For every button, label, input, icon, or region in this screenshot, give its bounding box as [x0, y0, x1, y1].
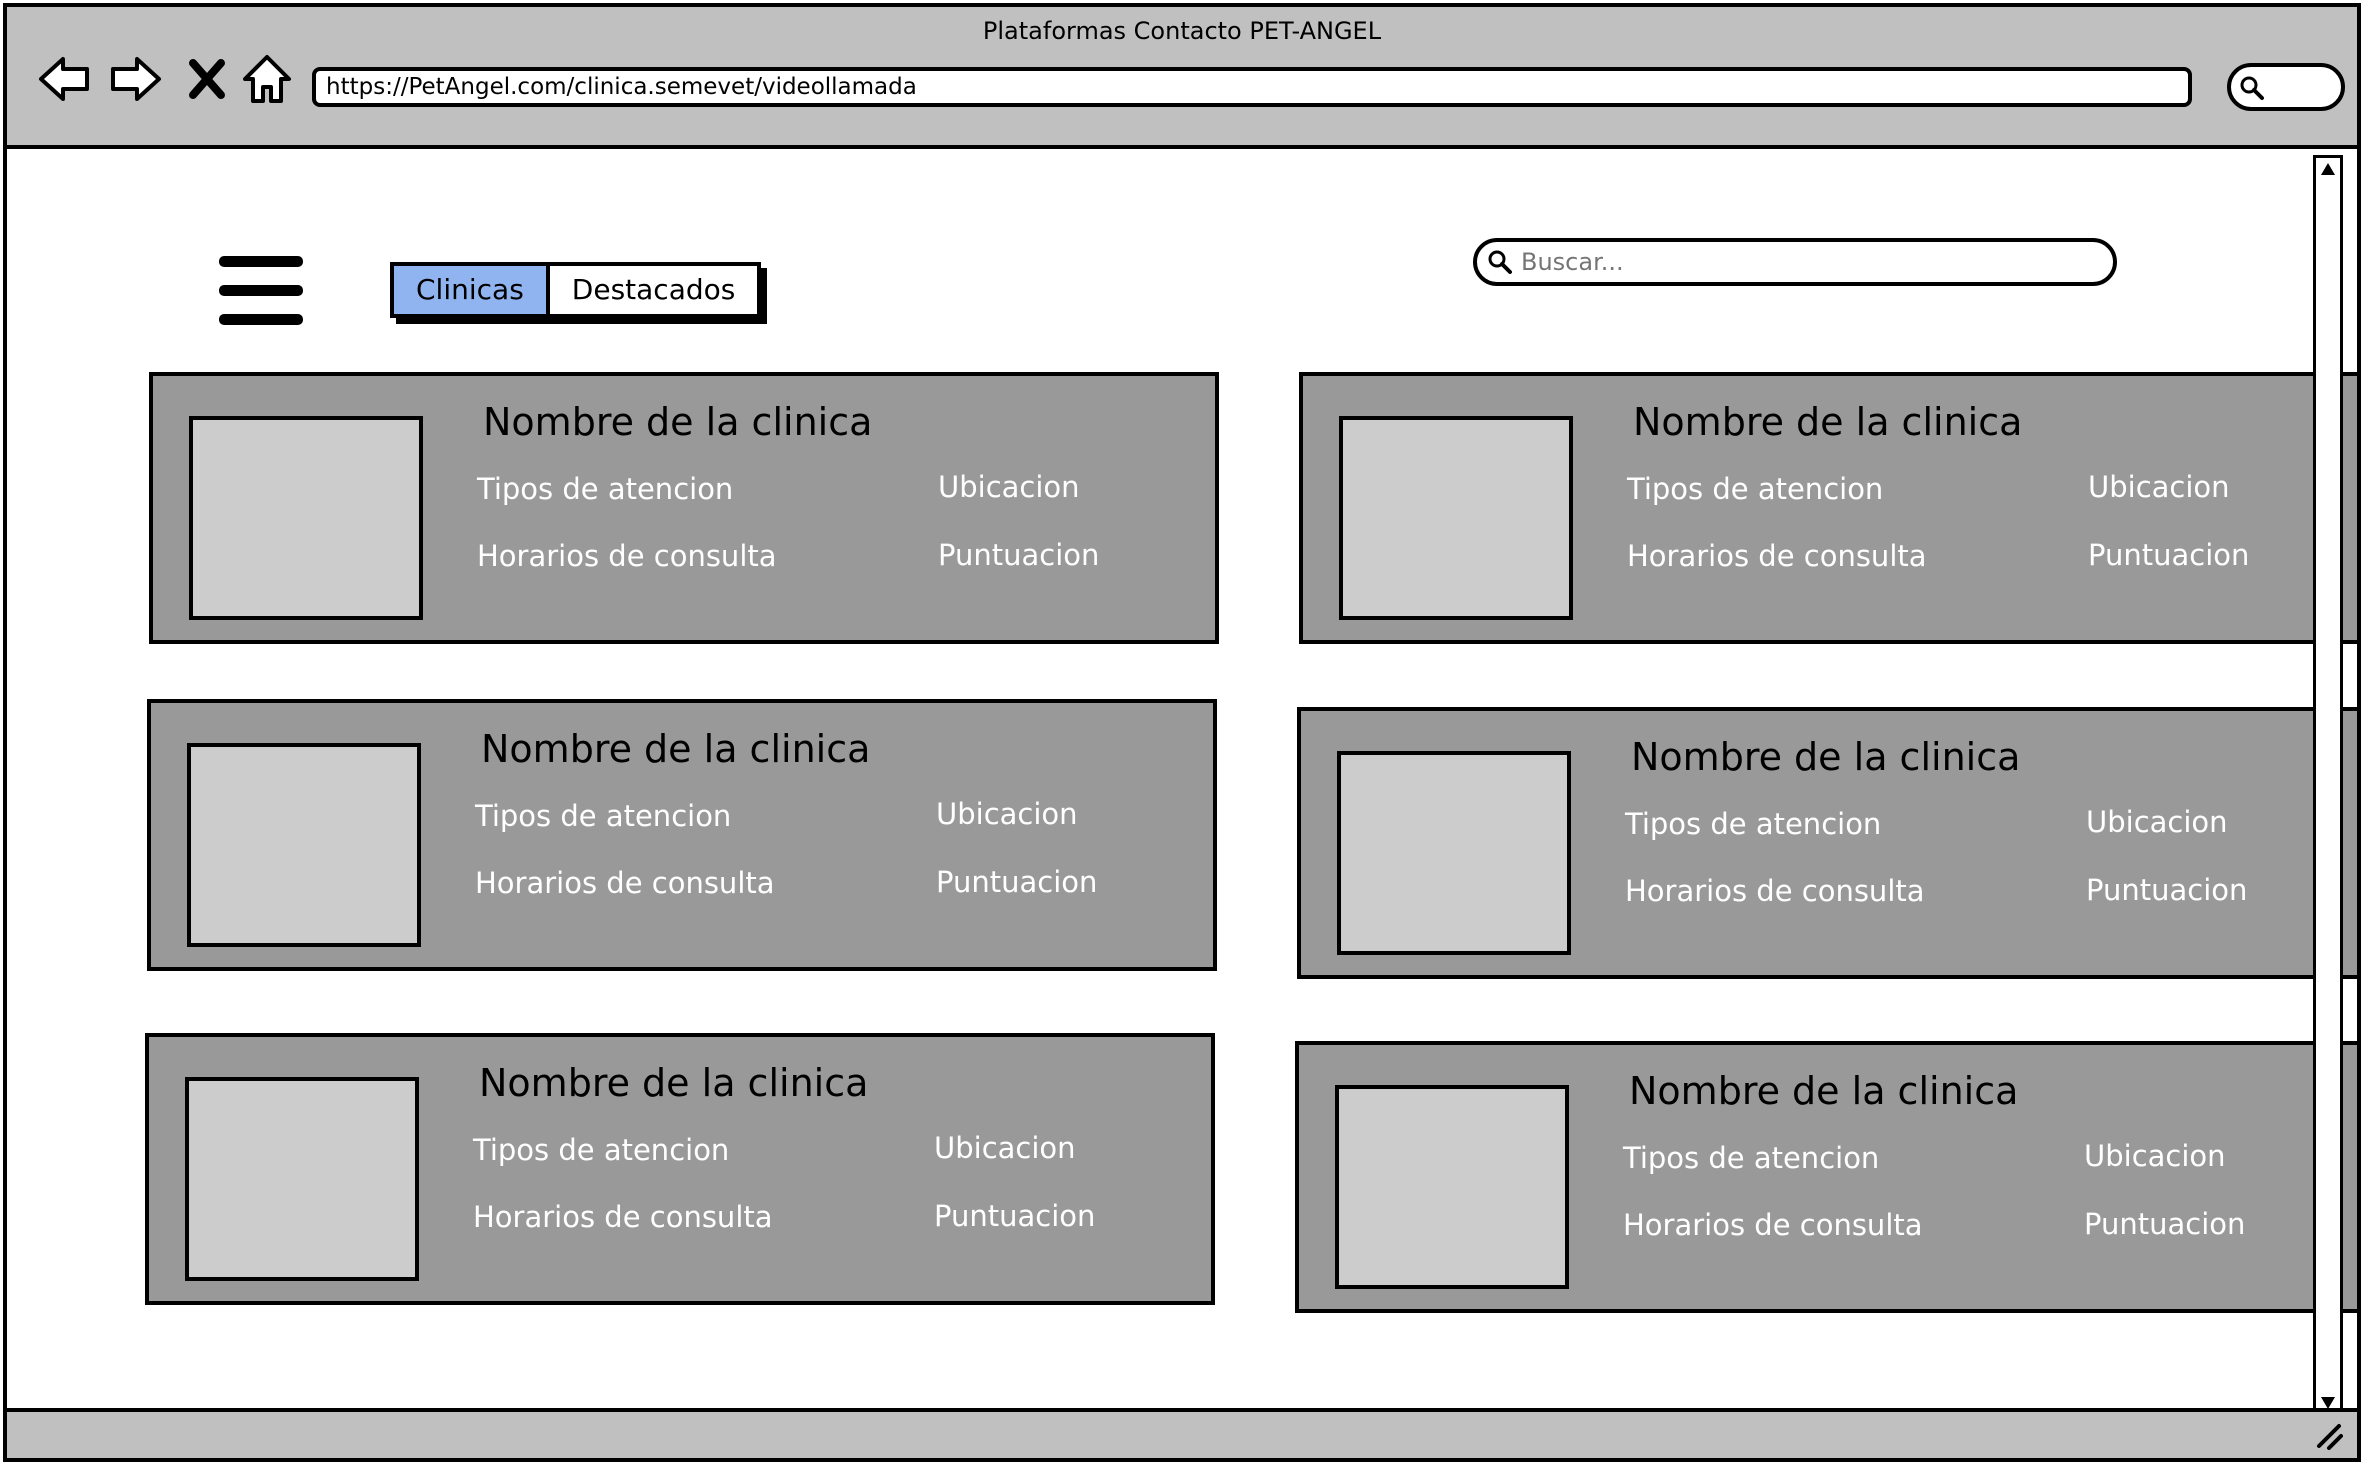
- clinic-hours: Horarios de consulta: [477, 539, 777, 573]
- clinic-care-types: Tipos de atencion: [1623, 1141, 1880, 1175]
- browser-search-button[interactable]: [2227, 63, 2345, 111]
- clinic-rating: Puntuacion: [938, 538, 1100, 572]
- search-icon: [1488, 250, 1512, 274]
- clinic-image-placeholder: [1339, 416, 1573, 620]
- clinic-hours: Horarios de consulta: [1627, 539, 1927, 573]
- forward-button[interactable]: [107, 51, 163, 107]
- browser-window: Plataformas Contacto PET-ANGEL https://P…: [3, 3, 2361, 1462]
- clinic-rating: Puntuacion: [2086, 873, 2248, 907]
- clinic-hours: Horarios de consulta: [473, 1200, 773, 1234]
- clinic-location: Ubicacion: [2088, 470, 2230, 504]
- clinic-hours: Horarios de consulta: [1625, 874, 1925, 908]
- clinic-image-placeholder: [187, 743, 421, 947]
- clinic-name: Nombre de la clinica: [481, 727, 871, 771]
- clinic-rating: Puntuacion: [2084, 1207, 2246, 1241]
- clinic-card[interactable]: Nombre de la clinica Tipos de atencion H…: [145, 1033, 1215, 1305]
- clinic-card[interactable]: Nombre de la clinica Tipos de atencion H…: [147, 699, 1217, 971]
- tab-clinicas[interactable]: Clinicas: [394, 266, 550, 314]
- browser-toolbar: Plataformas Contacto PET-ANGEL https://P…: [7, 7, 2357, 149]
- clinic-image-placeholder: [1337, 751, 1571, 955]
- scroll-up-icon[interactable]: [2319, 160, 2337, 178]
- clinic-card[interactable]: Nombre de la clinica Tipos de atencion H…: [1297, 707, 2357, 979]
- arrow-left-icon: [39, 57, 89, 101]
- clinic-rating: Puntuacion: [2088, 538, 2250, 572]
- clinic-name: Nombre de la clinica: [483, 400, 873, 444]
- arrow-right-icon: [111, 57, 161, 101]
- page-content: Clinicas Destacados Nombre de la clinica…: [7, 153, 2357, 1415]
- tab-bar: Clinicas Destacados: [390, 262, 762, 318]
- stop-button[interactable]: [179, 51, 235, 107]
- clinic-care-types: Tipos de atencion: [473, 1133, 730, 1167]
- clinic-name: Nombre de la clinica: [479, 1061, 869, 1105]
- clinic-hours: Horarios de consulta: [1623, 1208, 1923, 1242]
- home-icon: [243, 55, 291, 103]
- clinic-card[interactable]: Nombre de la clinica Tipos de atencion H…: [1295, 1041, 2357, 1313]
- clinic-care-types: Tipos de atencion: [475, 799, 732, 833]
- tab-destacados[interactable]: Destacados: [549, 266, 758, 314]
- clinic-name: Nombre de la clinica: [1633, 400, 2023, 444]
- clinic-card[interactable]: Nombre de la clinica Tipos de atencion H…: [149, 372, 1219, 644]
- clinic-location: Ubicacion: [2084, 1139, 2226, 1173]
- clinic-rating: Puntuacion: [934, 1199, 1096, 1233]
- clinic-card[interactable]: Nombre de la clinica Tipos de atencion H…: [1299, 372, 2357, 644]
- clinic-name: Nombre de la clinica: [1631, 735, 2021, 779]
- clinic-name: Nombre de la clinica: [1629, 1069, 2019, 1113]
- clinic-care-types: Tipos de atencion: [477, 472, 734, 506]
- clinic-rating: Puntuacion: [936, 865, 1098, 899]
- search-box[interactable]: [1473, 238, 2117, 286]
- status-bar: [7, 1408, 2357, 1458]
- hamburger-menu-icon[interactable]: [219, 256, 303, 328]
- clinic-location: Ubicacion: [2086, 805, 2228, 839]
- clinic-location: Ubicacion: [938, 470, 1080, 504]
- clinic-care-types: Tipos de atencion: [1625, 807, 1882, 841]
- home-button[interactable]: [239, 51, 295, 107]
- clinic-care-types: Tipos de atencion: [1627, 472, 1884, 506]
- url-bar[interactable]: https://PetAngel.com/clinica.semevet/vid…: [312, 67, 2192, 107]
- clinic-hours: Horarios de consulta: [475, 866, 775, 900]
- back-button[interactable]: [37, 51, 93, 107]
- close-icon: [189, 59, 225, 99]
- clinic-location: Ubicacion: [934, 1131, 1076, 1165]
- search-input[interactable]: [1521, 248, 2081, 276]
- window-title: Plataformas Contacto PET-ANGEL: [982, 17, 1382, 45]
- clinic-location: Ubicacion: [936, 797, 1078, 831]
- search-icon: [2240, 76, 2264, 100]
- clinic-image-placeholder: [185, 1077, 419, 1281]
- clinic-image-placeholder: [1335, 1085, 1569, 1289]
- resize-grip-icon[interactable]: [2313, 1420, 2343, 1450]
- vertical-scrollbar[interactable]: [2313, 155, 2343, 1417]
- clinic-image-placeholder: [189, 416, 423, 620]
